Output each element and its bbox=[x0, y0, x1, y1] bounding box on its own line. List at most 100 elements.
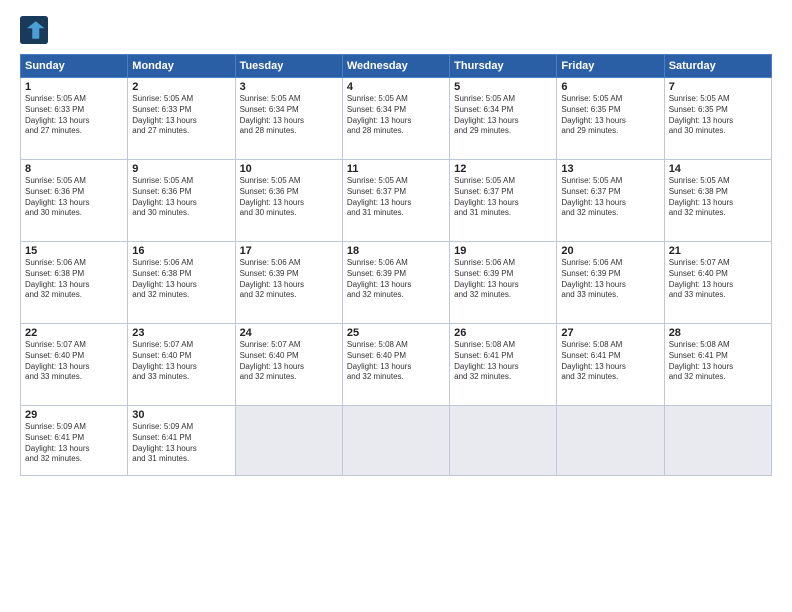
day-info: Sunrise: 5:08 AM Sunset: 6:40 PM Dayligh… bbox=[347, 340, 445, 383]
day-number: 8 bbox=[25, 163, 123, 175]
weekday-header-row: SundayMondayTuesdayWednesdayThursdayFrid… bbox=[21, 55, 772, 78]
day-info: Sunrise: 5:05 AM Sunset: 6:33 PM Dayligh… bbox=[25, 94, 123, 137]
day-info: Sunrise: 5:05 AM Sunset: 6:37 PM Dayligh… bbox=[347, 176, 445, 219]
calendar-page: SundayMondayTuesdayWednesdayThursdayFrid… bbox=[0, 0, 792, 612]
week-row-1: 1Sunrise: 5:05 AM Sunset: 6:33 PM Daylig… bbox=[21, 78, 772, 160]
day-info: Sunrise: 5:09 AM Sunset: 6:41 PM Dayligh… bbox=[132, 422, 230, 465]
day-cell-18: 18Sunrise: 5:06 AM Sunset: 6:39 PM Dayli… bbox=[342, 242, 449, 324]
empty-cell bbox=[450, 406, 557, 476]
day-info: Sunrise: 5:05 AM Sunset: 6:34 PM Dayligh… bbox=[240, 94, 338, 137]
day-number: 25 bbox=[347, 327, 445, 339]
empty-cell bbox=[557, 406, 664, 476]
weekday-header-friday: Friday bbox=[557, 55, 664, 78]
day-cell-28: 28Sunrise: 5:08 AM Sunset: 6:41 PM Dayli… bbox=[664, 324, 771, 406]
day-info: Sunrise: 5:07 AM Sunset: 6:40 PM Dayligh… bbox=[240, 340, 338, 383]
day-cell-8: 8Sunrise: 5:05 AM Sunset: 6:36 PM Daylig… bbox=[21, 160, 128, 242]
day-cell-17: 17Sunrise: 5:06 AM Sunset: 6:39 PM Dayli… bbox=[235, 242, 342, 324]
empty-cell bbox=[235, 406, 342, 476]
day-cell-7: 7Sunrise: 5:05 AM Sunset: 6:35 PM Daylig… bbox=[664, 78, 771, 160]
weekday-header-saturday: Saturday bbox=[664, 55, 771, 78]
logo-icon bbox=[20, 16, 48, 44]
day-number: 11 bbox=[347, 163, 445, 175]
day-number: 29 bbox=[25, 409, 123, 421]
day-cell-27: 27Sunrise: 5:08 AM Sunset: 6:41 PM Dayli… bbox=[557, 324, 664, 406]
day-number: 9 bbox=[132, 163, 230, 175]
day-number: 19 bbox=[454, 245, 552, 257]
day-info: Sunrise: 5:06 AM Sunset: 6:39 PM Dayligh… bbox=[347, 258, 445, 301]
day-info: Sunrise: 5:06 AM Sunset: 6:38 PM Dayligh… bbox=[132, 258, 230, 301]
day-number: 21 bbox=[669, 245, 767, 257]
day-number: 18 bbox=[347, 245, 445, 257]
day-number: 17 bbox=[240, 245, 338, 257]
day-info: Sunrise: 5:05 AM Sunset: 6:38 PM Dayligh… bbox=[669, 176, 767, 219]
day-info: Sunrise: 5:05 AM Sunset: 6:36 PM Dayligh… bbox=[240, 176, 338, 219]
weekday-header-tuesday: Tuesday bbox=[235, 55, 342, 78]
weekday-header-wednesday: Wednesday bbox=[342, 55, 449, 78]
empty-cell bbox=[664, 406, 771, 476]
day-info: Sunrise: 5:08 AM Sunset: 6:41 PM Dayligh… bbox=[454, 340, 552, 383]
day-cell-2: 2Sunrise: 5:05 AM Sunset: 6:33 PM Daylig… bbox=[128, 78, 235, 160]
day-cell-16: 16Sunrise: 5:06 AM Sunset: 6:38 PM Dayli… bbox=[128, 242, 235, 324]
day-number: 23 bbox=[132, 327, 230, 339]
day-info: Sunrise: 5:06 AM Sunset: 6:38 PM Dayligh… bbox=[25, 258, 123, 301]
day-cell-3: 3Sunrise: 5:05 AM Sunset: 6:34 PM Daylig… bbox=[235, 78, 342, 160]
day-number: 7 bbox=[669, 81, 767, 93]
day-cell-20: 20Sunrise: 5:06 AM Sunset: 6:39 PM Dayli… bbox=[557, 242, 664, 324]
day-cell-29: 29Sunrise: 5:09 AM Sunset: 6:41 PM Dayli… bbox=[21, 406, 128, 476]
day-info: Sunrise: 5:07 AM Sunset: 6:40 PM Dayligh… bbox=[669, 258, 767, 301]
day-info: Sunrise: 5:09 AM Sunset: 6:41 PM Dayligh… bbox=[25, 422, 123, 465]
day-cell-30: 30Sunrise: 5:09 AM Sunset: 6:41 PM Dayli… bbox=[128, 406, 235, 476]
day-number: 4 bbox=[347, 81, 445, 93]
day-cell-5: 5Sunrise: 5:05 AM Sunset: 6:34 PM Daylig… bbox=[450, 78, 557, 160]
weekday-header-thursday: Thursday bbox=[450, 55, 557, 78]
calendar-table: SundayMondayTuesdayWednesdayThursdayFrid… bbox=[20, 54, 772, 476]
day-cell-12: 12Sunrise: 5:05 AM Sunset: 6:37 PM Dayli… bbox=[450, 160, 557, 242]
day-cell-24: 24Sunrise: 5:07 AM Sunset: 6:40 PM Dayli… bbox=[235, 324, 342, 406]
week-row-4: 22 Sunrise: 5:07 AM Sunset: 6:40 PM Dayli… bbox=[21, 324, 772, 406]
day-number: 14 bbox=[669, 163, 767, 175]
day-number: 6 bbox=[561, 81, 659, 93]
day-info: Sunrise: 5:08 AM Sunset: 6:41 PM Dayligh… bbox=[669, 340, 767, 383]
week-row-2: 8Sunrise: 5:05 AM Sunset: 6:36 PM Daylig… bbox=[21, 160, 772, 242]
day-number: 24 bbox=[240, 327, 338, 339]
day-cell-22: 22Sunrise: 5:07 AM Sunset: 6:40 PM Dayli… bbox=[21, 324, 128, 406]
day-number: 2 bbox=[132, 81, 230, 93]
day-number: 22 bbox=[25, 327, 123, 339]
day-info: Sunrise: 5:05 AM Sunset: 6:35 PM Dayligh… bbox=[561, 94, 659, 137]
day-cell-14: 14Sunrise: 5:05 AM Sunset: 6:38 PM Dayli… bbox=[664, 160, 771, 242]
logo bbox=[20, 16, 52, 44]
day-cell-11: 11Sunrise: 5:05 AM Sunset: 6:37 PM Dayli… bbox=[342, 160, 449, 242]
day-info: Sunrise: 5:05 AM Sunset: 6:34 PM Dayligh… bbox=[454, 94, 552, 137]
day-cell-6: 6Sunrise: 5:05 AM Sunset: 6:35 PM Daylig… bbox=[557, 78, 664, 160]
day-info: Sunrise: 5:05 AM Sunset: 6:33 PM Dayligh… bbox=[132, 94, 230, 137]
day-cell-26: 26Sunrise: 5:08 AM Sunset: 6:41 PM Dayli… bbox=[450, 324, 557, 406]
day-cell-9: 9Sunrise: 5:05 AM Sunset: 6:36 PM Daylig… bbox=[128, 160, 235, 242]
day-number: 15 bbox=[25, 245, 123, 257]
week-row-5: 29Sunrise: 5:09 AM Sunset: 6:41 PM Dayli… bbox=[21, 406, 772, 476]
day-info: Sunrise: 5:05 AM Sunset: 6:36 PM Dayligh… bbox=[132, 176, 230, 219]
empty-cell bbox=[342, 406, 449, 476]
day-number: 26 bbox=[454, 327, 552, 339]
day-info: Sunrise: 5:05 AM Sunset: 6:36 PM Dayligh… bbox=[25, 176, 123, 219]
day-info: Sunrise: 5:05 AM Sunset: 6:37 PM Dayligh… bbox=[454, 176, 552, 219]
day-number: 27 bbox=[561, 327, 659, 339]
day-cell-1: 1Sunrise: 5:05 AM Sunset: 6:33 PM Daylig… bbox=[21, 78, 128, 160]
day-number: 12 bbox=[454, 163, 552, 175]
day-cell-21: 21Sunrise: 5:07 AM Sunset: 6:40 PM Dayli… bbox=[664, 242, 771, 324]
day-info: Sunrise: 5:06 AM Sunset: 6:39 PM Dayligh… bbox=[454, 258, 552, 301]
day-number: 5 bbox=[454, 81, 552, 93]
day-info: Sunrise: 5:07 AM Sunset: 6:40 PM Dayligh… bbox=[132, 340, 230, 383]
day-number: 10 bbox=[240, 163, 338, 175]
day-number: 1 bbox=[25, 81, 123, 93]
day-number: 28 bbox=[669, 327, 767, 339]
day-number: 20 bbox=[561, 245, 659, 257]
weekday-header-monday: Monday bbox=[128, 55, 235, 78]
header bbox=[20, 16, 772, 44]
day-cell-13: 13Sunrise: 5:05 AM Sunset: 6:37 PM Dayli… bbox=[557, 160, 664, 242]
day-cell-4: 4Sunrise: 5:05 AM Sunset: 6:34 PM Daylig… bbox=[342, 78, 449, 160]
day-info: Sunrise: 5:05 AM Sunset: 6:34 PM Dayligh… bbox=[347, 94, 445, 137]
day-cell-10: 10Sunrise: 5:05 AM Sunset: 6:36 PM Dayli… bbox=[235, 160, 342, 242]
day-cell-19: 19Sunrise: 5:06 AM Sunset: 6:39 PM Dayli… bbox=[450, 242, 557, 324]
day-info: Sunrise: 5:06 AM Sunset: 6:39 PM Dayligh… bbox=[561, 258, 659, 301]
weekday-header-sunday: Sunday bbox=[21, 55, 128, 78]
